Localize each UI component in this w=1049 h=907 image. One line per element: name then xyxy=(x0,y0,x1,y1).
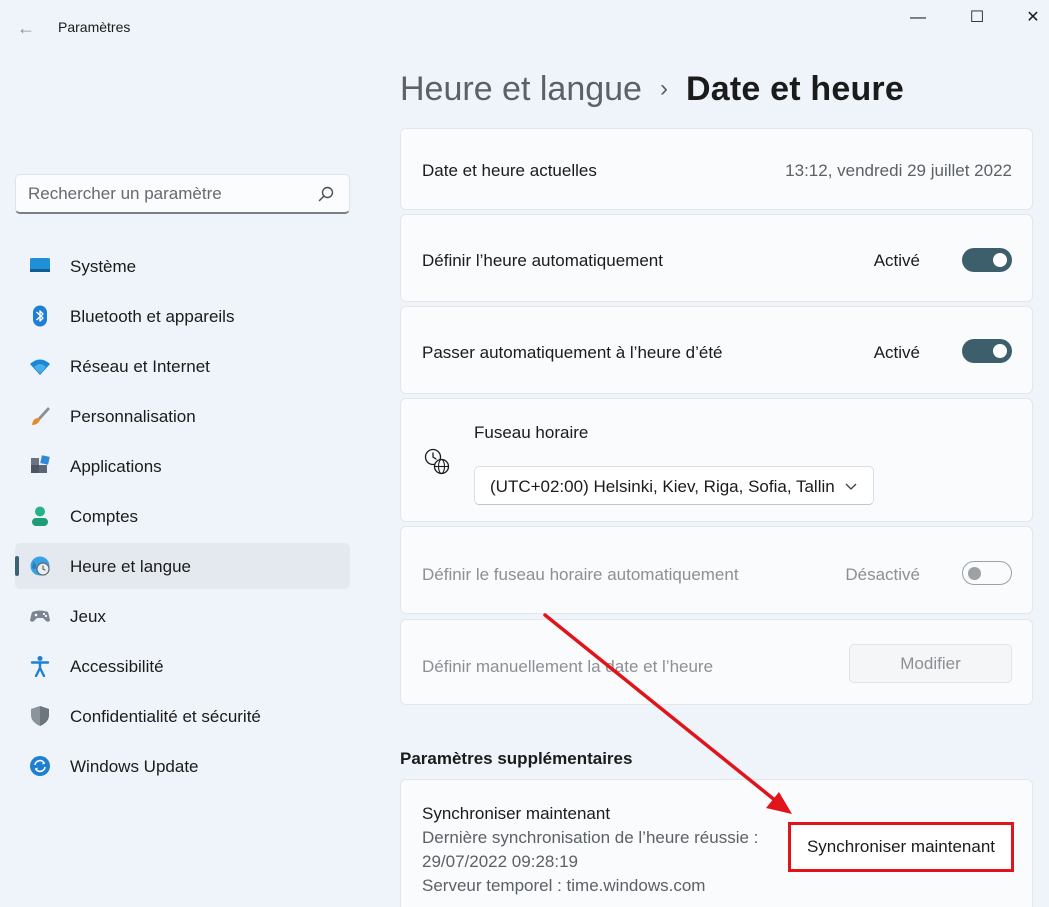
sidebar-item-systeme[interactable]: Système xyxy=(15,243,350,289)
search-icon[interactable] xyxy=(317,185,335,203)
auto-dst-label: Passer automatiquement à l’heure d’été xyxy=(422,343,723,362)
minimize-button[interactable]: — xyxy=(895,4,941,32)
sidebar-item-heure-et-langue[interactable]: Heure et langue xyxy=(15,543,350,589)
sidebar-item-label: Confidentialité et sécurité xyxy=(70,707,261,726)
sync-now-button[interactable]: Synchroniser maintenant xyxy=(788,822,1014,872)
sidebar-item-confidentialite[interactable]: Confidentialité et sécurité xyxy=(15,693,350,739)
shield-icon xyxy=(31,706,49,726)
sidebar-item-accessibilite[interactable]: Accessibilité xyxy=(15,643,350,689)
sidebar-item-label: Bluetooth et appareils xyxy=(70,307,235,326)
person-icon xyxy=(32,506,48,526)
sidebar-item-comptes[interactable]: Comptes xyxy=(15,493,350,539)
auto-timezone-label: Définir le fuseau horaire automatiquemen… xyxy=(422,565,739,584)
sidebar-item-personnalisation[interactable]: Personnalisation xyxy=(15,393,350,439)
update-icon xyxy=(30,756,50,776)
manual-datetime-label: Définir manuellement la date et l’heure xyxy=(422,657,714,676)
sidebar-item-reseau[interactable]: Réseau et Internet xyxy=(15,343,350,389)
current-datetime-value: 13:12, vendredi 29 juillet 2022 xyxy=(785,161,1012,180)
sidebar-item-label: Système xyxy=(70,257,137,276)
breadcrumb-parent[interactable]: Heure et langue xyxy=(400,70,642,108)
current-datetime-label: Date et heure actuelles xyxy=(422,161,597,180)
sidebar-item-label: Applications xyxy=(70,457,162,476)
sidebar-item-bluetooth[interactable]: Bluetooth et appareils xyxy=(15,293,350,339)
maximize-button[interactable]: ☐ xyxy=(954,4,1000,32)
timezone-dropdown[interactable]: (UTC+02:00) Helsinki, Kiev, Riga, Sofia,… xyxy=(474,466,874,505)
auto-timezone-card: Définir le fuseau horaire automatiquemen… xyxy=(400,526,1033,614)
sidebar-item-label: Jeux xyxy=(70,607,106,626)
auto-timezone-state: Désactivé xyxy=(845,565,920,584)
paintbrush-icon xyxy=(32,407,50,425)
page-title: Date et heure xyxy=(685,70,904,108)
timezone-label: Fuseau horaire xyxy=(474,423,589,442)
last-sync-line1: Dernière synchronisation de l’heure réus… xyxy=(422,828,759,847)
auto-time-card: Définir l’heure automatiquement Activé xyxy=(400,214,1033,302)
auto-time-label: Définir l’heure automatiquement xyxy=(422,251,663,270)
sidebar-item-label: Windows Update xyxy=(70,757,199,776)
close-button[interactable]: ✕ xyxy=(1010,4,1049,32)
sidebar-item-label: Réseau et Internet xyxy=(70,357,210,376)
back-arrow-icon[interactable]: ← xyxy=(12,14,40,42)
last-sync-line2: 29/07/2022 09:28:19 xyxy=(422,852,578,871)
modify-button[interactable]: Modifier xyxy=(849,644,1012,683)
sidebar-item-applications[interactable]: Applications xyxy=(15,443,350,489)
section-title: Paramètres supplémentaires xyxy=(400,749,633,768)
manual-datetime-card: Définir manuellement la date et l’heure … xyxy=(400,619,1033,705)
auto-timezone-toggle[interactable] xyxy=(962,561,1012,585)
apps-icon xyxy=(31,455,50,473)
sidebar-nav: Système Bluetooth et appareils Réseau et… xyxy=(15,243,350,793)
sidebar-item-label: Accessibilité xyxy=(70,657,164,676)
time-server: Serveur temporel : time.windows.com xyxy=(422,876,706,895)
globe-clock-icon xyxy=(30,556,50,576)
bluetooth-icon xyxy=(33,305,47,327)
auto-dst-state: Activé xyxy=(873,343,920,362)
search-box xyxy=(15,174,350,214)
monitor-icon xyxy=(30,258,50,272)
sidebar-item-windows-update[interactable]: Windows Update xyxy=(15,743,350,789)
auto-time-toggle[interactable] xyxy=(962,248,1012,272)
chevron-down-icon xyxy=(845,483,857,490)
sidebar-item-label: Personnalisation xyxy=(70,407,196,426)
breadcrumb: Heure et langue › Date et heure xyxy=(400,70,904,109)
chevron-right-icon: › xyxy=(659,75,668,102)
sidebar-item-label: Comptes xyxy=(70,507,139,526)
auto-dst-toggle[interactable] xyxy=(962,339,1012,363)
timezone-globe-clock-icon xyxy=(424,448,450,475)
sync-card: Synchroniser maintenant Dernière synchro… xyxy=(400,779,1033,907)
auto-dst-card: Passer automatiquement à l’heure d’été A… xyxy=(400,306,1033,394)
auto-time-state: Activé xyxy=(873,251,920,270)
sidebar-item-jeux[interactable]: Jeux xyxy=(15,593,350,639)
timezone-card: Fuseau horaire (UTC+02:00) Helsinki, Kie… xyxy=(400,398,1033,522)
sync-info: Synchroniser maintenant Dernière synchro… xyxy=(422,802,758,898)
app-title: Paramètres xyxy=(58,19,131,35)
accessibility-icon xyxy=(30,656,50,677)
title-bar: ← Paramètres — ☐ ✕ xyxy=(0,0,1049,56)
search-input[interactable] xyxy=(28,183,313,205)
sidebar-item-label: Heure et langue xyxy=(70,557,191,576)
sync-title: Synchroniser maintenant xyxy=(422,804,611,823)
timezone-selected-value: (UTC+02:00) Helsinki, Kiev, Riga, Sofia,… xyxy=(490,477,835,496)
gamepad-icon xyxy=(30,610,50,622)
current-datetime-card: Date et heure actuelles 13:12, vendredi … xyxy=(400,128,1033,210)
wifi-icon xyxy=(30,359,50,375)
